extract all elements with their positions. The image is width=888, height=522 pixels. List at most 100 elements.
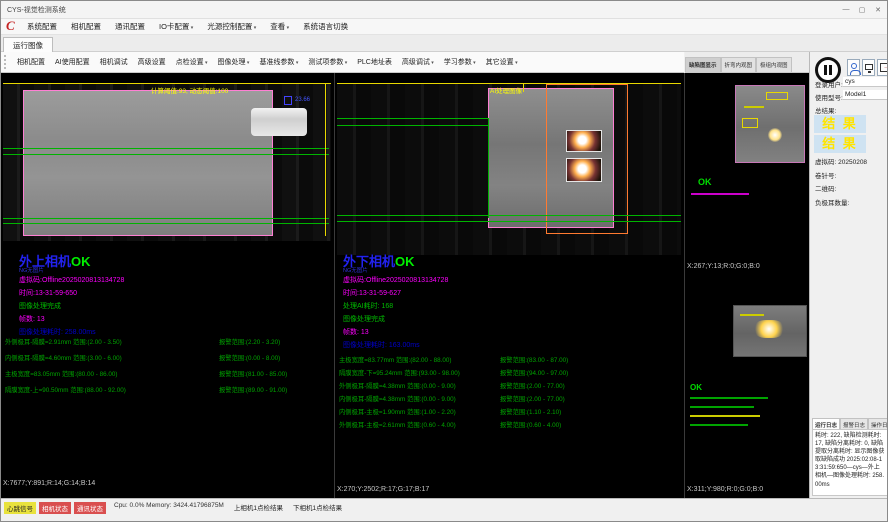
menu-light-control-config[interactable]: 光源控制配置 <box>200 19 263 34</box>
tool-camera-debug[interactable]: 相机调试 <box>95 55 133 69</box>
user-lock-button[interactable] <box>847 59 860 76</box>
tool-camera-config[interactable]: 相机配置 <box>12 55 50 69</box>
alarm-range: 报警范围:(94.00 - 97.00) <box>500 368 568 377</box>
tool-spot-check[interactable]: 点检设置 <box>171 55 213 69</box>
menu-language-switch[interactable]: 系统语言切换 <box>296 19 355 34</box>
alarm-range: 报警范围:(2.20 - 3.20) <box>219 337 280 346</box>
exit-button[interactable] <box>877 59 888 76</box>
tool-ai-usage-config[interactable]: AI使用配置 <box>50 55 95 69</box>
total-result-label: 总结果: <box>815 105 836 115</box>
camera-status-badge: 相机状态 <box>39 502 71 514</box>
window-controls: — ▢ ✕ <box>839 4 888 16</box>
monitor-button[interactable] <box>862 59 875 76</box>
tool-advanced-debug[interactable]: 高级调试 <box>397 55 439 69</box>
aux-view-top: OK X:267;Y:13;R:0;G:0;B:0 <box>685 73 809 277</box>
roi-mark <box>742 118 758 128</box>
field-value: 20250208 <box>838 159 867 166</box>
ng-note: NG无图片 <box>343 266 368 274</box>
tab-bend-view[interactable]: 折弯内观图 <box>721 57 757 72</box>
minimize-icon[interactable]: — <box>839 4 853 16</box>
aux-view-bottom: OK X:311;Y:980;R:0;G:0;B:0 <box>685 279 809 498</box>
measure-row: 内侧极耳-隔膜=4.60mm 范围:(3.00 - 6.00) <box>5 353 122 362</box>
measure-line <box>337 221 681 222</box>
log-text-area[interactable]: 耗时: 222, 缺陷检测耗时: 17, 缺陷分离耗时: 0, 缺陷提取分离耗时… <box>812 429 888 496</box>
elapsed-line: 图像处理耗时: 163.00ms <box>343 340 420 350</box>
tool-other-settings[interactable]: 其它设置 <box>481 55 523 69</box>
tab-defect-image[interactable]: 缺陷图显示 <box>685 57 721 72</box>
aux-ok-text: OK <box>698 177 712 187</box>
neg-tab-count-label: 负极耳数量: <box>815 197 849 207</box>
close-icon[interactable]: ✕ <box>871 4 885 16</box>
reference-line <box>523 84 524 92</box>
tab-cell-view[interactable]: 极组内观图 <box>756 57 792 72</box>
tiny-label-bar <box>740 314 764 316</box>
field-label: 虚拟码: <box>815 159 836 166</box>
user-icon <box>851 63 857 69</box>
camera-view-lower: AI处理图像 外下相机OK NG无图片 虚拟码:Offline202502081… <box>335 73 683 498</box>
result-badge-1: 结 果 <box>814 115 866 133</box>
app-logo-icon <box>4 21 20 33</box>
alarm-range: 报警范围:(0.60 - 4.00) <box>500 420 561 429</box>
frame-count-line: 帧数: 13 <box>343 327 369 337</box>
measure-row: 主极宽度=83.05mm 范围:(80.00 - 86.00) <box>5 369 118 378</box>
measure-tag-value: 23.66 <box>295 97 310 103</box>
measure-row: 外侧极耳-隔膜=2.91mm 范围:(2.00 - 3.50) <box>5 337 122 346</box>
aux-image-bottom <box>733 305 807 357</box>
alarm-range: 报警范围:(83.00 - 87.00) <box>500 355 568 364</box>
measure-line <box>3 154 329 155</box>
menu-comm-config[interactable]: 通讯配置 <box>108 19 152 34</box>
tool-advanced-settings[interactable]: 高级设置 <box>133 55 171 69</box>
tool-image-processing[interactable]: 图像处理 <box>213 55 255 69</box>
tool-plc-address-table[interactable]: PLC地址表 <box>352 55 397 69</box>
pixel-coords-upper: X:7677;Y:891;R:14;G:14;B:14 <box>3 480 95 487</box>
alarm-range: 报警范围:(0.00 - 8.00) <box>219 353 280 362</box>
ai-image-label: AI处理图像 <box>490 85 522 95</box>
toolbar-grip[interactable] <box>4 55 8 69</box>
tool-test-item-params[interactable]: 测试项参数 <box>303 55 352 69</box>
tool-baseline-params[interactable]: 基准线参数 <box>254 55 303 69</box>
defect-thumb <box>566 158 602 182</box>
measure-line <box>3 218 329 219</box>
virtual-code-label: 虚拟码: 20250208 <box>815 156 867 166</box>
reference-line <box>325 84 326 236</box>
menu-view[interactable]: 查看 <box>263 19 296 34</box>
measure-row: 内侧极耳-隔膜=4.38mm 范围:(0.00 - 9.00) <box>339 394 456 403</box>
measure-line <box>337 125 489 126</box>
alarm-range: 报警范围:(89.00 - 91.00) <box>219 385 287 394</box>
measure-row: 隔膜宽度-上=90.50mm 范围:(88.00 - 92.00) <box>5 385 126 394</box>
titlebar: CYS-视觉检测系统 — ▢ ✕ <box>1 1 888 19</box>
menu-io-card-config[interactable]: IO卡配置 <box>152 19 200 34</box>
model-input[interactable] <box>843 90 887 100</box>
menu-system-config[interactable]: 系统配置 <box>20 19 64 34</box>
tab-run-image[interactable]: 运行图像 <box>3 37 53 52</box>
tiny-text-bar <box>690 424 748 426</box>
status-bar: 心跳信号 相机状态 通讯状态 Cpu: 0.0% Memory: 3424.41… <box>1 498 888 522</box>
threshold-overlay: 计算阈值:93, 动态阈值:100 <box>151 85 228 95</box>
alarm-range: 报警范围:(2.00 - 77.00) <box>500 381 565 390</box>
camera-status-ok: OK <box>71 254 91 269</box>
elapsed-line: 图像处理耗时: 258.00ms <box>19 327 96 337</box>
ng-note: NG无图片 <box>19 266 44 274</box>
camera-image-upper: 23.66 <box>3 83 331 241</box>
maximize-icon[interactable]: ▢ <box>855 4 869 16</box>
measure-tag-box <box>284 96 292 105</box>
login-user-input[interactable] <box>843 77 887 87</box>
virtual-code-line: 虚拟码:Offline2025020813134728 <box>19 275 124 285</box>
window-title: CYS-视觉检测系统 <box>1 5 839 15</box>
tiny-label-bar <box>691 193 749 195</box>
right-view-tabs: 缺陷图显示 折弯内观图 极组内观图 <box>685 52 809 73</box>
camera-status-ok: OK <box>395 254 415 269</box>
upper-camera-check-result[interactable]: 上相机1点检结果 <box>234 502 283 512</box>
tool-learning-params[interactable]: 学习参数 <box>439 55 481 69</box>
measure-row: 隔膜宽度-下=95.24mm 范围:(93.00 - 98.00) <box>339 368 460 377</box>
lower-camera-check-result[interactable]: 下相机1点检结果 <box>293 502 342 512</box>
camera-image-lower <box>337 83 681 255</box>
app-window: CYS-视觉检测系统 — ▢ ✕ 系统配置 相机配置 通讯配置 IO卡配置 光源… <box>0 0 888 522</box>
comm-status-badge: 通讯状态 <box>74 502 106 514</box>
aux-ok-text: OK <box>690 383 702 392</box>
pixel-coords-aux-bottom: X:311;Y:980;R:0;G:0;B:0 <box>687 486 763 493</box>
menu-camera-config[interactable]: 相机配置 <box>64 19 108 34</box>
monitor-icon <box>865 64 873 70</box>
frame-count-line: 帧数: 13 <box>19 314 45 324</box>
menubar: 系统配置 相机配置 通讯配置 IO卡配置 光源控制配置 查看 系统语言切换 <box>1 19 888 35</box>
